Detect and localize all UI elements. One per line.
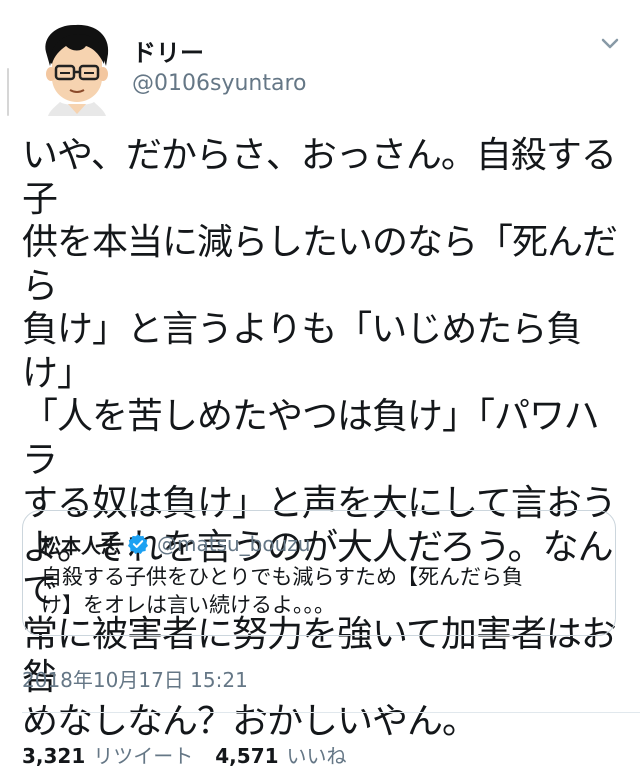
likes-count[interactable]: 4,571	[215, 744, 278, 768]
verified-badge-icon	[128, 534, 148, 554]
author-handle[interactable]: @0106syuntaro	[132, 68, 307, 100]
chevron-down-icon[interactable]	[596, 30, 624, 58]
quoted-author-name: 松本人志	[41, 533, 121, 558]
quoted-tweet-card[interactable]: 松本人志 @matsu_bouzu 自殺する子供をひとりでも減らすため【死んだら…	[22, 510, 616, 636]
scroll-indicator	[7, 68, 9, 116]
tweet-body-text: いや、だからさ、おっさん。自殺する子 供を本当に減らしたいのなら「死んだら 負け…	[22, 135, 618, 742]
quoted-tweet-header: 松本人志 @matsu_bouzu	[41, 529, 310, 559]
tweet-stats: 3,321 リツイート 4,571 いいね	[22, 740, 369, 769]
tweet-header: ドリー @0106syuntaro	[24, 16, 624, 116]
avatar[interactable]	[32, 22, 122, 116]
author-display-name[interactable]: ドリー	[132, 38, 307, 68]
likes-label[interactable]: いいね	[287, 740, 347, 769]
quoted-author-handle: @matsu_bouzu	[157, 532, 311, 556]
retweets-label[interactable]: リツイート	[93, 740, 193, 769]
retweets-count[interactable]: 3,321	[22, 744, 85, 768]
tweet-timestamp[interactable]: 2018年10月17日 15:21	[22, 664, 248, 693]
stats-divider	[22, 712, 640, 713]
quoted-tweet-text: 自殺する子供をひとりでも減らすため【死んだら負 け】をオレは言い続けるよ。。。	[41, 565, 523, 617]
tweet-author[interactable]: ドリー @0106syuntaro	[132, 38, 307, 100]
